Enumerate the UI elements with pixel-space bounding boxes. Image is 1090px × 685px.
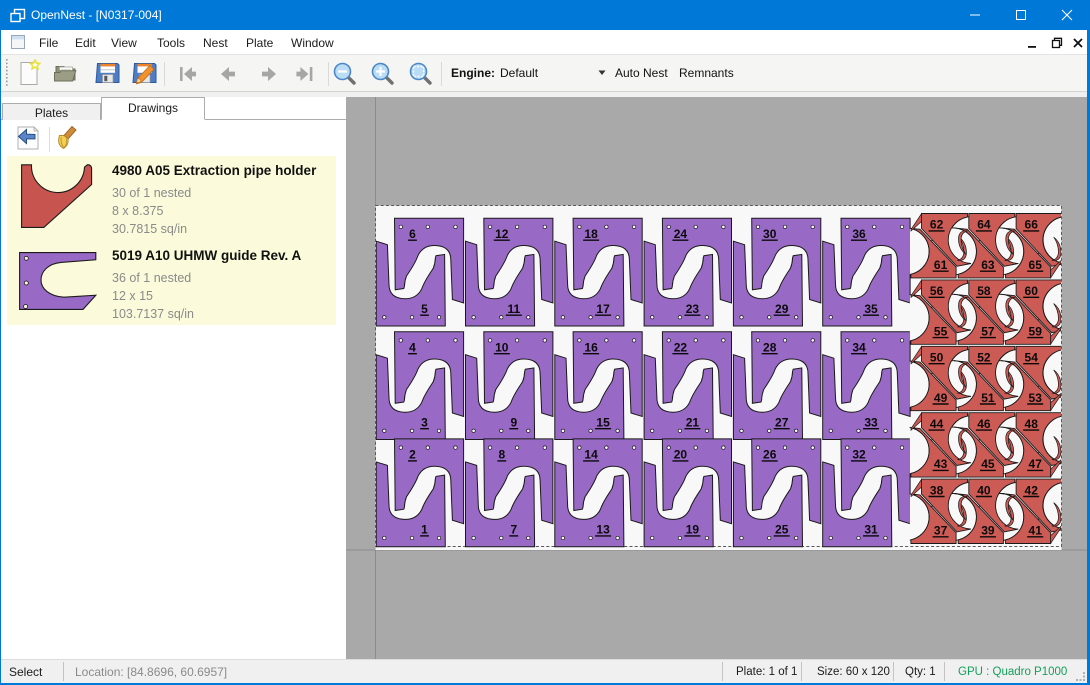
svg-text:23: 23 (686, 302, 700, 316)
svg-text:48: 48 (1025, 417, 1039, 431)
svg-text:8: 8 (498, 448, 505, 462)
svg-text:4: 4 (409, 341, 416, 355)
svg-text:26: 26 (763, 448, 777, 462)
svg-text:50: 50 (930, 351, 944, 365)
svg-text:32: 32 (852, 448, 866, 462)
svg-text:35: 35 (864, 302, 878, 316)
svg-text:55: 55 (934, 324, 948, 338)
svg-text:1: 1 (421, 523, 428, 537)
svg-text:52: 52 (977, 351, 991, 365)
svg-text:15: 15 (596, 416, 610, 430)
svg-text:53: 53 (1029, 391, 1043, 405)
svg-text:61: 61 (934, 258, 948, 272)
svg-text:42: 42 (1025, 483, 1039, 497)
svg-text:66: 66 (1025, 218, 1039, 232)
svg-text:17: 17 (596, 302, 610, 316)
svg-text:60: 60 (1025, 284, 1039, 298)
svg-text:28: 28 (763, 341, 777, 355)
svg-text:10: 10 (495, 341, 509, 355)
svg-text:25: 25 (775, 523, 789, 537)
svg-text:41: 41 (1029, 524, 1043, 538)
svg-text:7: 7 (510, 523, 517, 537)
svg-text:40: 40 (977, 483, 991, 497)
svg-text:65: 65 (1029, 258, 1043, 272)
svg-text:54: 54 (1025, 351, 1039, 365)
svg-text:63: 63 (981, 258, 995, 272)
svg-text:20: 20 (674, 448, 688, 462)
svg-text:6: 6 (409, 227, 416, 241)
svg-text:22: 22 (674, 341, 688, 355)
svg-text:31: 31 (864, 523, 878, 537)
svg-text:45: 45 (981, 457, 995, 471)
svg-text:18: 18 (584, 227, 598, 241)
svg-text:44: 44 (930, 417, 944, 431)
svg-text:19: 19 (686, 523, 700, 537)
svg-text:21: 21 (686, 416, 700, 430)
svg-text:39: 39 (981, 524, 995, 538)
svg-text:11: 11 (507, 302, 520, 316)
svg-text:46: 46 (977, 417, 991, 431)
svg-text:47: 47 (1029, 457, 1043, 471)
svg-text:3: 3 (421, 416, 428, 430)
svg-text:27: 27 (775, 416, 789, 430)
svg-text:43: 43 (934, 457, 948, 471)
svg-text:29: 29 (775, 302, 789, 316)
svg-text:2: 2 (409, 448, 416, 462)
svg-text:38: 38 (930, 483, 944, 497)
svg-text:58: 58 (977, 284, 991, 298)
svg-text:12: 12 (495, 227, 509, 241)
svg-text:5: 5 (421, 302, 428, 316)
svg-text:13: 13 (596, 523, 610, 537)
svg-text:14: 14 (584, 448, 598, 462)
svg-text:62: 62 (930, 218, 944, 232)
svg-text:51: 51 (981, 391, 995, 405)
svg-text:9: 9 (510, 416, 517, 430)
svg-text:24: 24 (674, 227, 688, 241)
svg-text:59: 59 (1029, 324, 1043, 338)
svg-text:30: 30 (763, 227, 777, 241)
svg-text:33: 33 (864, 416, 878, 430)
svg-text:56: 56 (930, 284, 944, 298)
svg-text:57: 57 (981, 324, 995, 338)
svg-text:37: 37 (934, 524, 948, 538)
svg-text:34: 34 (852, 341, 866, 355)
svg-text:49: 49 (934, 391, 948, 405)
svg-text:36: 36 (852, 227, 866, 241)
svg-text:16: 16 (584, 341, 598, 355)
svg-text:64: 64 (977, 218, 991, 232)
